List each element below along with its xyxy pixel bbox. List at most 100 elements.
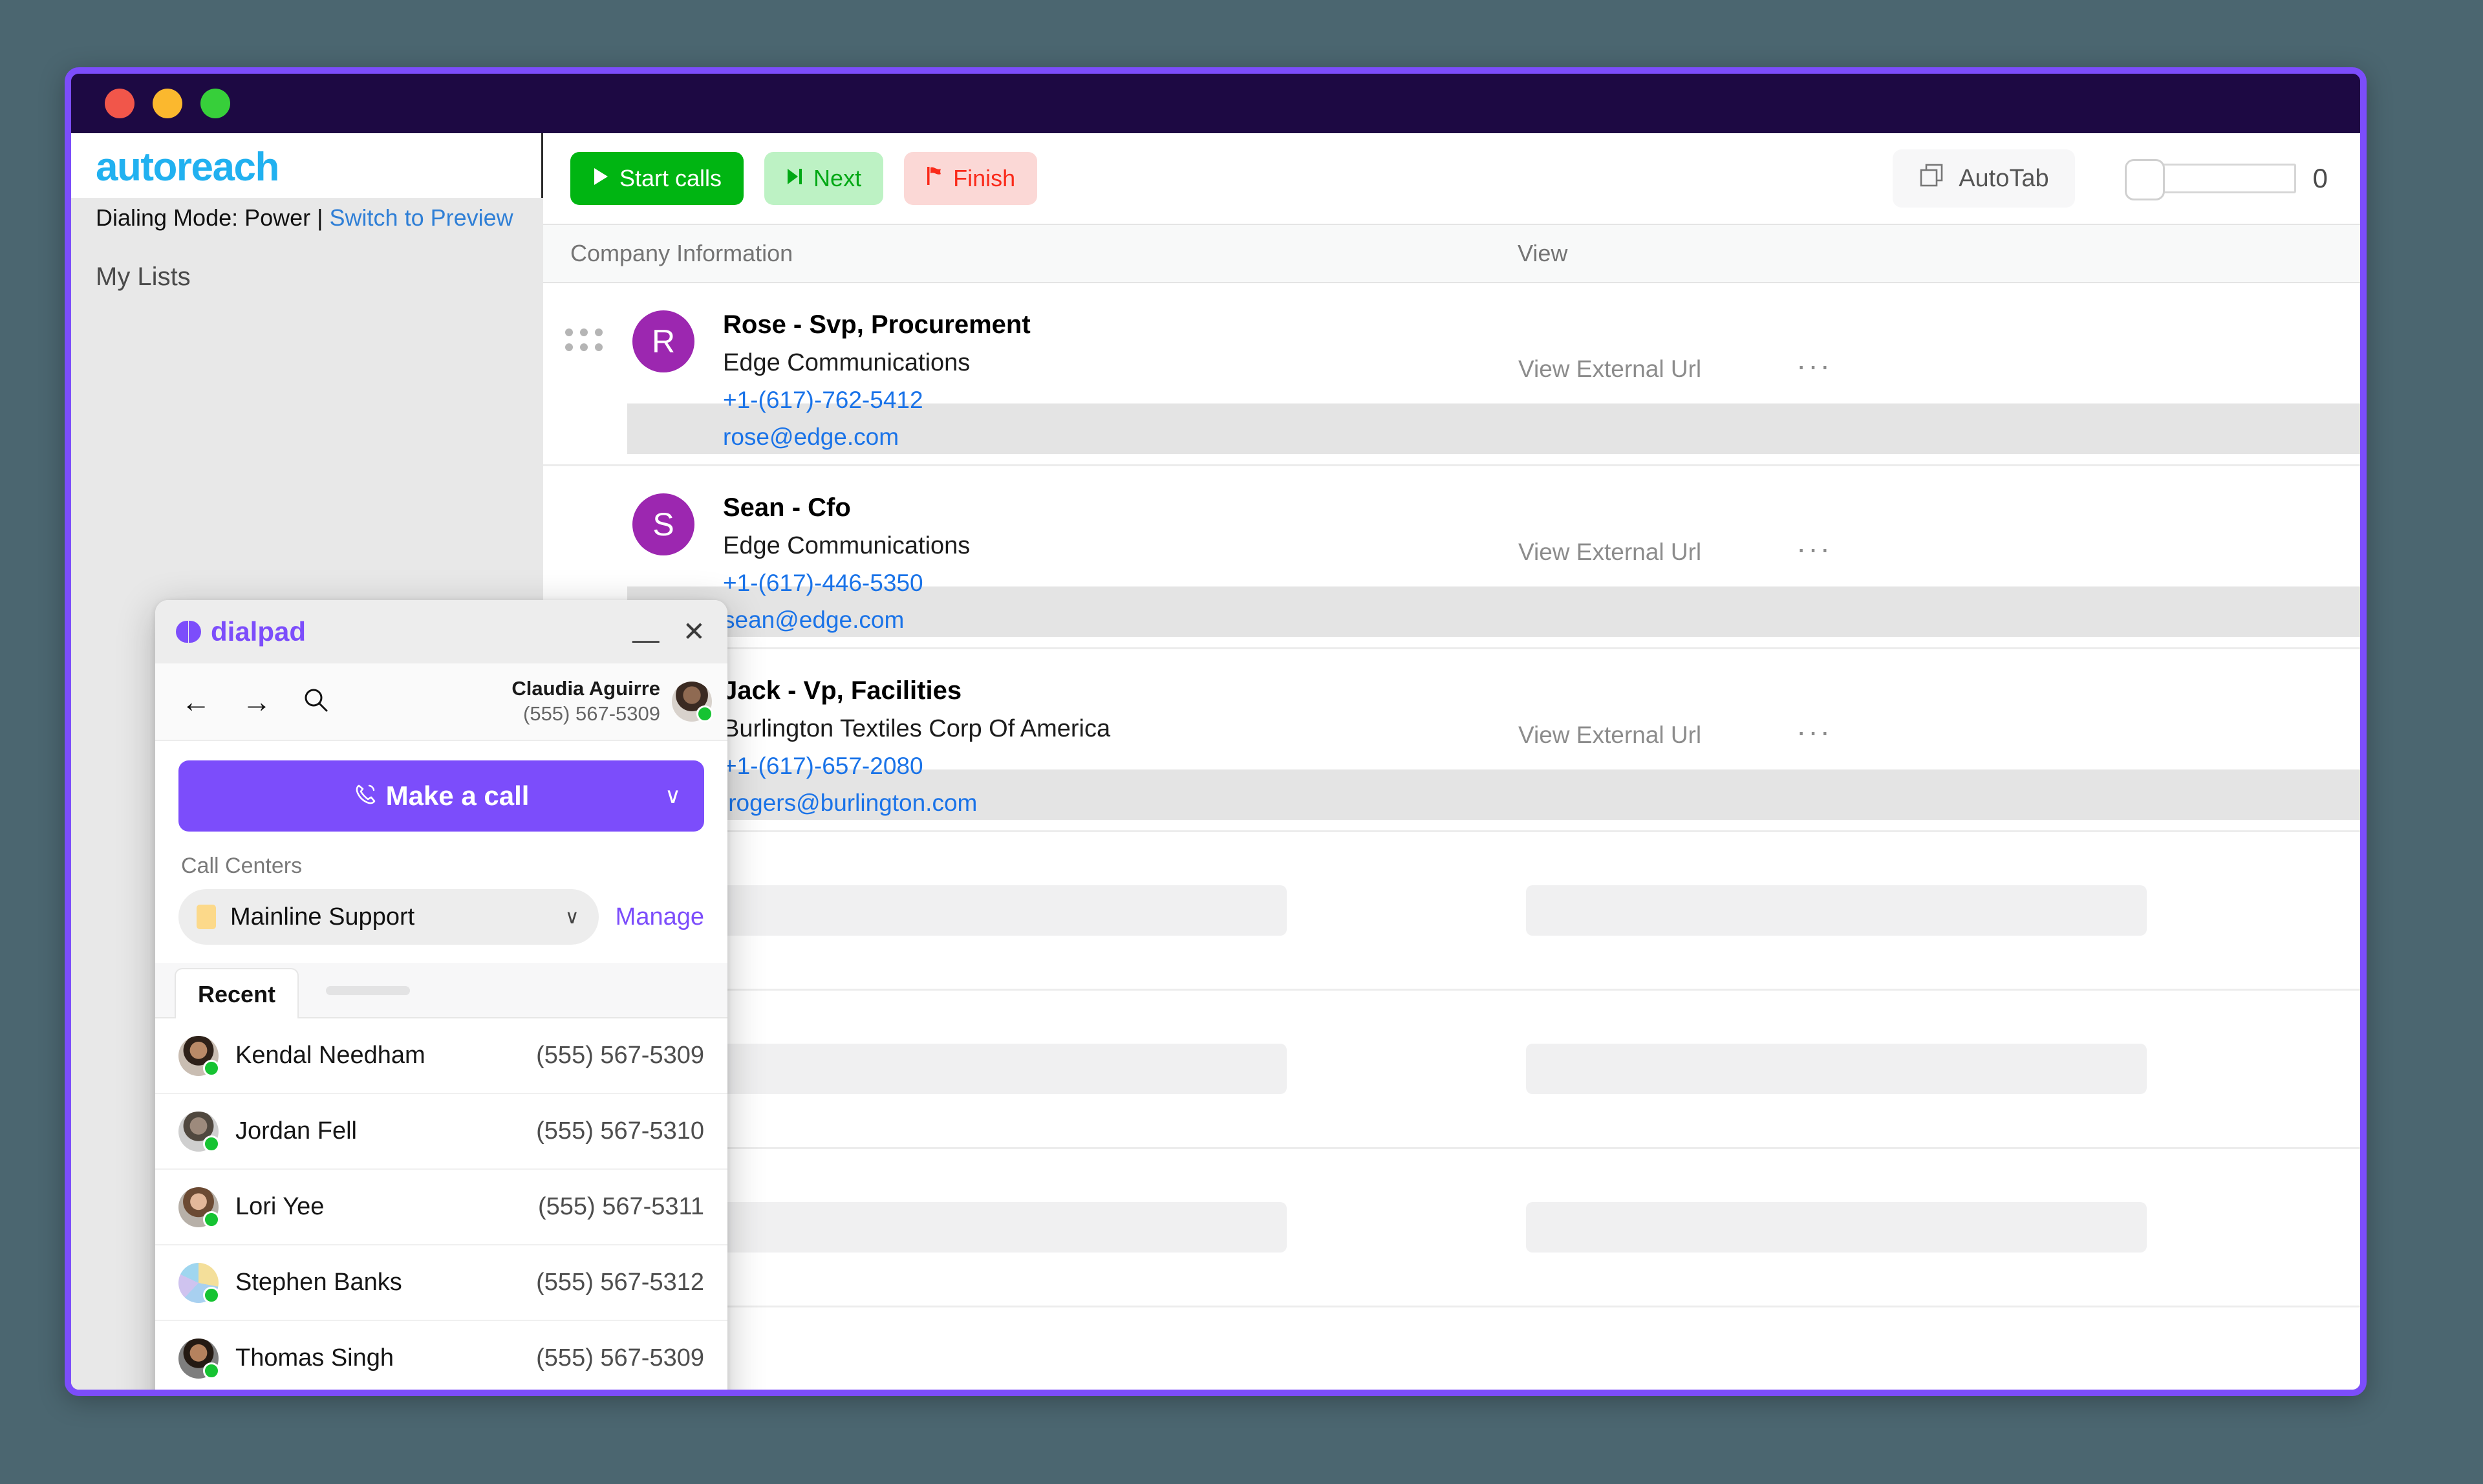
window-titlebar bbox=[71, 74, 2360, 133]
avatar bbox=[178, 1035, 220, 1077]
dialpad-logo-text: dialpad bbox=[211, 616, 306, 647]
play-icon bbox=[592, 165, 609, 192]
contact-phone: (555) 567-5311 bbox=[537, 1193, 704, 1220]
application-body: autoreach Dialing Mode: Power | Switch t… bbox=[71, 133, 2360, 1390]
my-lists-heading: My Lists bbox=[96, 263, 191, 291]
contact-phone: (555) 567-5312 bbox=[536, 1269, 704, 1296]
skeleton-bar bbox=[1526, 885, 2147, 936]
contact-name: Sean - Cfo bbox=[723, 493, 851, 522]
dialpad-logo-mark bbox=[176, 619, 202, 644]
contact-email-link[interactable]: sean@edge.com bbox=[723, 602, 1518, 639]
row-overflow-menu-icon[interactable]: ··· bbox=[1796, 305, 1832, 383]
loading-placeholder-row bbox=[543, 832, 2360, 991]
table-row[interactable]: R Rose - Svp, Procurement Edge Communicati… bbox=[543, 283, 2360, 466]
contact-name: Kendal Needham bbox=[235, 1042, 425, 1069]
view-external-url-link[interactable]: View External Url bbox=[1518, 488, 1796, 566]
forward-arrow-icon[interactable]: → bbox=[242, 687, 272, 716]
dialpad-window[interactable]: dialpad — ✕ ← → Claudia Aguirre (555) 56… bbox=[155, 600, 727, 1390]
chevron-down-icon[interactable]: ∨ bbox=[665, 783, 681, 809]
call-center-name: Mainline Support bbox=[230, 903, 415, 930]
current-user-avatar[interactable] bbox=[672, 682, 713, 722]
minimize-window-button[interactable] bbox=[153, 89, 182, 118]
minimize-icon[interactable]: — bbox=[632, 626, 660, 653]
contact-name: Rose - Svp, Procurement bbox=[723, 310, 1031, 339]
row-overflow-menu-icon[interactable]: ··· bbox=[1796, 488, 1832, 566]
finish-button[interactable]: Finish bbox=[904, 152, 1038, 205]
next-call-button[interactable]: Next bbox=[764, 152, 884, 205]
contact-rows-container: R Rose - Svp, Procurement Edge Communicati… bbox=[543, 283, 2360, 1307]
contact-email-link[interactable]: jrogers@burlington.com bbox=[723, 785, 1518, 822]
contact-company: Edge Communications bbox=[723, 349, 971, 376]
list-item[interactable]: Jordan Fell (555) 567-5310 bbox=[155, 1094, 727, 1170]
view-external-url-link[interactable]: View External Url bbox=[1518, 305, 1796, 383]
dialpad-recent-contacts: Kendal Needham (555) 567-5309 Jordan Fell (… bbox=[155, 1018, 727, 1390]
make-a-call-button[interactable]: Make a call ∨ bbox=[178, 760, 704, 832]
contact-email-link[interactable]: rose@edge.com bbox=[723, 419, 1518, 456]
chevron-down-icon[interactable]: ∨ bbox=[565, 906, 579, 929]
skeleton-bar bbox=[1526, 1202, 2147, 1253]
contact-name: Jack - Vp, Facilities bbox=[723, 676, 962, 705]
manage-link[interactable]: Manage bbox=[616, 903, 704, 931]
call-center-row: Mainline Support ∨ Manage bbox=[178, 889, 704, 945]
skip-next-icon bbox=[786, 165, 803, 192]
contact-phone-link[interactable]: +1-(617)-762-5412 bbox=[723, 382, 1518, 419]
list-item[interactable]: Stephen Banks (555) 567-5312 bbox=[155, 1245, 727, 1321]
contact-name: Jordan Fell bbox=[235, 1117, 357, 1145]
table-row[interactable]: JJack - Vp, FacilitiesBurlington Textile… bbox=[543, 649, 2360, 832]
contact-phone-link[interactable]: +1-(617)-446-5350 bbox=[723, 565, 1518, 602]
switch-to-preview-link[interactable]: Switch to Preview bbox=[330, 204, 513, 231]
table-row[interactable]: S Sean - Cfo Edge Communications +1-(617)-4… bbox=[543, 466, 2360, 649]
call-centers-label: Call Centers bbox=[181, 854, 303, 878]
tab-placeholder-skeleton bbox=[326, 986, 411, 995]
contact-phone: (555) 567-5309 bbox=[536, 1042, 704, 1069]
dialpad-tabs: Recent bbox=[155, 963, 727, 1018]
dialpad-window-controls: — ✕ bbox=[632, 618, 705, 653]
search-icon[interactable] bbox=[303, 687, 328, 717]
main-content: Start calls Next Finish AutoTab 0 Compan… bbox=[543, 133, 2360, 1390]
next-call-label: Next bbox=[813, 165, 862, 191]
loading-placeholder-row bbox=[543, 991, 2360, 1149]
list-item[interactable]: Lori Yee (555) 567-5311 bbox=[155, 1170, 727, 1245]
contact-info: Jack - Vp, Facilities Burlington Textiles… bbox=[723, 671, 1518, 821]
row-overflow-menu-icon[interactable]: ··· bbox=[1796, 671, 1832, 749]
current-user[interactable]: Claudia Aguirre (555) 567-5309 bbox=[511, 676, 713, 727]
slider-value: 0 bbox=[2312, 163, 2328, 193]
close-window-button[interactable] bbox=[105, 89, 134, 118]
flag-icon bbox=[926, 165, 943, 192]
back-arrow-icon[interactable]: ← bbox=[181, 687, 211, 716]
dialpad-titlebar: dialpad — ✕ bbox=[155, 600, 727, 663]
column-header-company: Company Information bbox=[570, 240, 793, 266]
slider-handle[interactable] bbox=[2124, 159, 2165, 200]
list-item[interactable]: Kendal Needham (555) 567-5309 bbox=[155, 1018, 727, 1094]
list-item[interactable]: Thomas Singh (555) 567-5309 bbox=[155, 1321, 727, 1390]
progress-slider[interactable]: 0 bbox=[2124, 159, 2328, 200]
close-icon[interactable]: ✕ bbox=[683, 618, 705, 645]
contact-phone-link[interactable]: +1-(617)-657-2080 bbox=[723, 748, 1518, 785]
start-calls-button[interactable]: Start calls bbox=[570, 152, 744, 205]
view-external-url-link[interactable]: View External Url bbox=[1518, 671, 1796, 749]
contact-name: Thomas Singh bbox=[235, 1344, 394, 1371]
contact-name: Stephen Banks bbox=[235, 1269, 402, 1296]
contact-name: Lori Yee bbox=[235, 1193, 325, 1220]
table-header-row: Company Information View bbox=[543, 224, 2360, 283]
call-center-select[interactable]: Mainline Support ∨ bbox=[178, 889, 599, 945]
current-user-phone: (555) 567-5309 bbox=[523, 702, 660, 725]
finish-label: Finish bbox=[953, 165, 1016, 191]
drag-handle-icon[interactable] bbox=[565, 328, 627, 351]
dialing-mode-separator: | bbox=[317, 204, 323, 231]
start-calls-label: Start calls bbox=[619, 165, 722, 191]
call-center-color-swatch bbox=[197, 905, 216, 929]
maximize-window-button[interactable] bbox=[200, 89, 230, 118]
tab-recent[interactable]: Recent bbox=[175, 968, 299, 1018]
dialpad-navbar: ← → Claudia Aguirre (555) 567-5309 bbox=[155, 663, 727, 741]
dialing-mode-label: Dialing Mode: Power bbox=[96, 204, 311, 231]
copy-windows-icon bbox=[1919, 162, 1944, 195]
dialer-toolbar: Start calls Next Finish AutoTab 0 bbox=[543, 133, 2360, 224]
contact-info: Sean - Cfo Edge Communications +1-(617)-44… bbox=[723, 488, 1518, 638]
autotab-label: AutoTab bbox=[1959, 164, 2049, 192]
application-window: autoreach Dialing Mode: Power | Switch t… bbox=[65, 67, 2367, 1396]
autotab-button[interactable]: AutoTab bbox=[1893, 149, 2075, 208]
avatar bbox=[178, 1262, 220, 1304]
current-user-text: Claudia Aguirre (555) 567-5309 bbox=[511, 676, 660, 727]
slider-track[interactable] bbox=[2124, 159, 2296, 200]
